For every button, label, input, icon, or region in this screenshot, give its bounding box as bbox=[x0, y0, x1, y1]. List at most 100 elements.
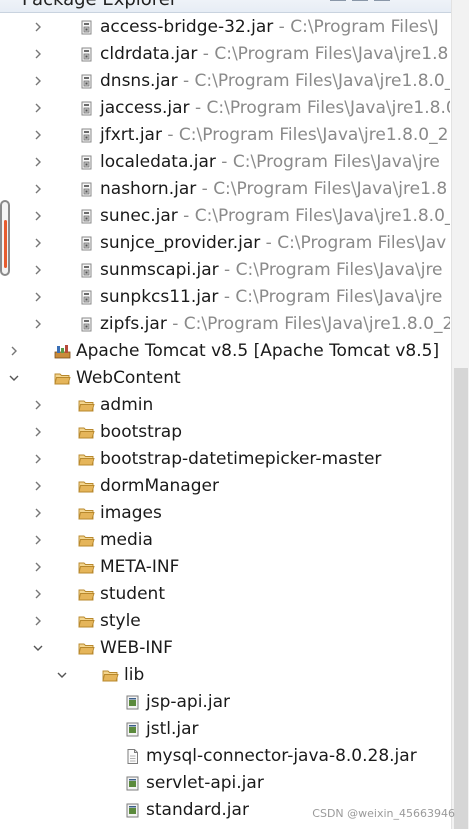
chevron-right-icon[interactable] bbox=[32, 264, 44, 276]
folder-icon bbox=[78, 424, 95, 441]
chevron-right-icon[interactable] bbox=[32, 588, 44, 600]
tree-item-name: WEB-INF bbox=[100, 638, 173, 658]
tree-item-path: C:\Program Files\Java\jre1.8.0 bbox=[206, 98, 451, 118]
tree-item-path: C:\Program Files\Jav bbox=[277, 233, 447, 253]
tree-item-name: sunjce_provider.jar bbox=[100, 233, 261, 253]
tree-item-label: jfxrt.jar - C:\Program Files\Java\jre1.8… bbox=[100, 123, 448, 148]
chevron-right-icon[interactable] bbox=[8, 345, 20, 357]
tree-item-label: style bbox=[100, 609, 141, 634]
jar-file-icon bbox=[124, 802, 141, 819]
tree-item-path: C:\Program Files\Java\jre1.8.0_2 bbox=[183, 314, 450, 334]
tree-item-label: student bbox=[100, 582, 165, 607]
chevron-right-icon[interactable] bbox=[32, 291, 44, 303]
chevron-down-icon[interactable] bbox=[8, 372, 20, 384]
tree-item-label: sunjce_provider.jar - C:\Program Files\J… bbox=[100, 231, 446, 256]
chevron-right-icon[interactable] bbox=[32, 480, 44, 492]
tree-item[interactable]: WEB-INF bbox=[0, 635, 450, 662]
tree-item-name: sunec.jar bbox=[100, 206, 178, 226]
tree-item[interactable]: META-INF bbox=[0, 554, 450, 581]
tree-item-path: C:\Program Files\Java\jre1.8 bbox=[213, 179, 448, 199]
chevron-right-icon[interactable] bbox=[32, 318, 44, 330]
tree-item-name: mysql-connector-java-8.0.28.jar bbox=[146, 746, 417, 766]
jar-archive-icon bbox=[78, 235, 95, 252]
chevron-right-icon[interactable] bbox=[32, 21, 44, 33]
tree-item[interactable]: zipfs.jar - C:\Program Files\Java\jre1.8… bbox=[0, 311, 450, 338]
tree-item-path: C:\Program Files\Java\jre1.8.0_2 bbox=[178, 125, 449, 145]
chevron-right-icon[interactable] bbox=[32, 507, 44, 519]
tree-item-name: zipfs.jar bbox=[100, 314, 167, 334]
chevron-right-icon[interactable] bbox=[32, 48, 44, 60]
chevron-right-icon[interactable] bbox=[32, 237, 44, 249]
tree-item[interactable]: dormManager bbox=[0, 473, 450, 500]
tree-item[interactable]: servlet-api.jar bbox=[0, 770, 450, 797]
tree-item[interactable]: jsp-api.jar bbox=[0, 689, 450, 716]
tree-item-label: lib bbox=[124, 663, 144, 688]
tree-item[interactable]: images bbox=[0, 500, 450, 527]
jar-archive-icon bbox=[78, 181, 95, 198]
chevron-right-icon[interactable] bbox=[32, 129, 44, 141]
tree-item-label: bootstrap bbox=[100, 420, 182, 445]
path-separator: - bbox=[166, 314, 184, 334]
tree-item[interactable]: sunmscapi.jar - C:\Program Files\Java\jr… bbox=[0, 257, 450, 284]
chevron-right-icon[interactable] bbox=[32, 615, 44, 627]
view-menu-icon[interactable] bbox=[374, 0, 390, 1]
tree-item[interactable]: WebContent bbox=[0, 365, 450, 392]
tree-item-name: dnsns.jar bbox=[100, 71, 178, 91]
tree-item[interactable]: Apache Tomcat v8.5 [Apache Tomcat v8.5] bbox=[0, 338, 450, 365]
collapse-all-icon[interactable] bbox=[330, 0, 346, 1]
vertical-scrollbar[interactable] bbox=[451, 0, 469, 829]
tree-item[interactable]: student bbox=[0, 581, 450, 608]
chevron-right-icon[interactable] bbox=[32, 75, 44, 87]
tree-item[interactable]: lib bbox=[0, 662, 450, 689]
chevron-right-icon[interactable] bbox=[32, 210, 44, 222]
tree-item-label: images bbox=[100, 501, 162, 526]
tree-item-label: media bbox=[100, 528, 153, 553]
tree-item[interactable]: dnsns.jar - C:\Program Files\Java\jre1.8… bbox=[0, 68, 450, 95]
tree-item-label: localedata.jar - C:\Program Files\Java\j… bbox=[100, 150, 440, 175]
tree-item-label: dnsns.jar - C:\Program Files\Java\jre1.8… bbox=[100, 69, 450, 94]
tree-item[interactable]: cldrdata.jar - C:\Program Files\Java\jre… bbox=[0, 41, 450, 68]
tree-item[interactable]: media bbox=[0, 527, 450, 554]
path-separator: - bbox=[189, 98, 207, 118]
tree-item-name: nashorn.jar bbox=[100, 179, 197, 199]
tree-item-label: jstl.jar bbox=[146, 717, 199, 742]
chevron-right-icon[interactable] bbox=[32, 183, 44, 195]
tree-item[interactable]: mysql-connector-java-8.0.28.jar bbox=[0, 743, 450, 770]
tree-item[interactable]: sunjce_provider.jar - C:\Program Files\J… bbox=[0, 230, 450, 257]
tree-item[interactable]: style bbox=[0, 608, 450, 635]
jar-archive-icon bbox=[78, 19, 95, 36]
tree-item[interactable]: bootstrap-datetimepicker-master bbox=[0, 446, 450, 473]
tree-item-name: student bbox=[100, 584, 165, 604]
chevron-right-icon[interactable] bbox=[32, 534, 44, 546]
tree-item[interactable]: jfxrt.jar - C:\Program Files\Java\jre1.8… bbox=[0, 122, 450, 149]
chevron-right-icon[interactable] bbox=[32, 453, 44, 465]
tree-item-path: C:\Program Files\J bbox=[290, 17, 439, 37]
chevron-right-icon[interactable] bbox=[32, 102, 44, 114]
view-title[interactable]: Package Explorer bbox=[22, 0, 177, 12]
tree-item-name: admin bbox=[100, 395, 154, 415]
chevron-down-icon[interactable] bbox=[32, 642, 44, 654]
tree-item[interactable]: bootstrap bbox=[0, 419, 450, 446]
tree-item[interactable]: access-bridge-32.jar - C:\Program Files\… bbox=[0, 14, 450, 41]
tree-item-name: lib bbox=[124, 665, 145, 685]
tree-item[interactable]: localedata.jar - C:\Program Files\Java\j… bbox=[0, 149, 450, 176]
path-separator: - bbox=[260, 233, 278, 253]
tree-item[interactable]: jaccess.jar - C:\Program Files\Java\jre1… bbox=[0, 95, 450, 122]
link-with-editor-icon[interactable] bbox=[352, 0, 368, 1]
tree-item[interactable]: admin bbox=[0, 392, 450, 419]
scrollbar-thumb[interactable] bbox=[454, 368, 468, 829]
tree-item-name: media bbox=[100, 530, 153, 550]
chevron-right-icon[interactable] bbox=[32, 156, 44, 168]
jar-archive-icon bbox=[78, 73, 95, 90]
tree-item-label: servlet-api.jar bbox=[146, 771, 264, 796]
tree-item[interactable]: sunpkcs11.jar - C:\Program Files\Java\jr… bbox=[0, 284, 450, 311]
tree-item[interactable]: jstl.jar bbox=[0, 716, 450, 743]
chevron-right-icon[interactable] bbox=[32, 399, 44, 411]
tree-item[interactable]: nashorn.jar - C:\Program Files\Java\jre1… bbox=[0, 176, 450, 203]
tree-item-label: access-bridge-32.jar - C:\Program Files\… bbox=[100, 15, 439, 40]
chevron-right-icon[interactable] bbox=[32, 426, 44, 438]
chevron-down-icon[interactable] bbox=[56, 669, 68, 681]
chevron-right-icon[interactable] bbox=[32, 561, 44, 573]
tree-item[interactable]: sunec.jar - C:\Program Files\Java\jre1.8… bbox=[0, 203, 450, 230]
tree-item-path: C:\Program Files\Java\jre bbox=[232, 152, 440, 172]
